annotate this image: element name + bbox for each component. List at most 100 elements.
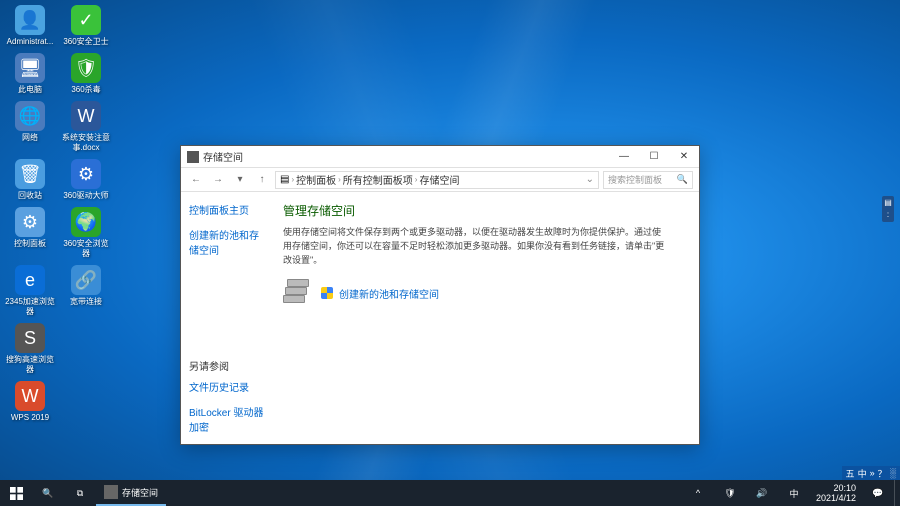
address-toolbar: ← → ▾ ↑ ▤ › 控制面板 › 所有控制面板项 › 存储空间 ⌄ 搜索控制… bbox=[181, 168, 699, 192]
bitlocker-link[interactable]: BitLocker 驱动器加密 bbox=[189, 404, 265, 434]
chevron-right-icon: › bbox=[415, 175, 418, 184]
this-pc-icon: 🖥 bbox=[15, 53, 45, 83]
desktop-icon-network[interactable]: 🌐 网络 bbox=[5, 101, 55, 153]
maximize-button[interactable]: ☐ bbox=[639, 146, 669, 168]
search-input[interactable]: 搜索控制面板 🔍 bbox=[603, 171, 693, 189]
search-placeholder: 搜索控制面板 bbox=[608, 173, 662, 186]
tray-icon[interactable]: 🔊 bbox=[746, 480, 778, 506]
desktop-icon-label: WPS 2019 bbox=[11, 413, 49, 423]
ime-indicator[interactable]: ？ bbox=[878, 467, 887, 480]
desktop-icon-install-doc[interactable]: W系统安装注意事.docx bbox=[61, 101, 111, 153]
taskbar: 🔍 ⧉ 存储空间 ^🛡🔊中 20:10 2021/4/12 💬 bbox=[0, 480, 900, 506]
desktop-icon-label: 360杀毒 bbox=[71, 85, 100, 95]
desktop-icon-360-browser[interactable]: 🌍360安全浏览器 bbox=[61, 207, 111, 259]
see-also-label: 另请参阅 bbox=[189, 358, 265, 373]
start-button[interactable] bbox=[0, 480, 32, 506]
install-doc-icon: W bbox=[71, 101, 101, 131]
wps-2019-icon: W bbox=[15, 381, 45, 411]
broadband-icon: 🔗 bbox=[71, 265, 101, 295]
ime-status-bar[interactable]: 五中»？░ bbox=[842, 466, 900, 480]
uac-shield-icon bbox=[321, 287, 333, 299]
ime-item[interactable]: : bbox=[887, 210, 889, 220]
up-button[interactable]: ↑ bbox=[253, 171, 271, 189]
recycle-bin-icon: 🗑 bbox=[15, 159, 45, 189]
page-heading: 管理存储空间 bbox=[283, 202, 669, 219]
360-antivirus-icon: 🛡 bbox=[71, 53, 101, 83]
system-tray: ^🛡🔊中 20:10 2021/4/12 💬 bbox=[682, 480, 900, 506]
taskbar-app-storage-spaces[interactable]: 存储空间 bbox=[96, 480, 166, 506]
search-icon: 🔍 bbox=[677, 174, 688, 185]
desktop-icon-label: 360驱动大师 bbox=[63, 191, 108, 201]
window-icon bbox=[187, 151, 199, 163]
360-safe-icon: ✓ bbox=[71, 5, 101, 35]
ime-indicator[interactable]: 中 bbox=[858, 467, 867, 480]
breadcrumb-segment[interactable]: 所有控制面板项 bbox=[343, 172, 413, 187]
description-text: 使用存储空间将文件保存到两个或更多驱动器，以便在驱动器发生故障时为你提供保护。通… bbox=[283, 225, 669, 267]
ime-indicator[interactable]: ░ bbox=[890, 468, 896, 478]
clock[interactable]: 20:10 2021/4/12 bbox=[810, 483, 862, 503]
ime-floating-toolbar[interactable]: ▤ : bbox=[882, 196, 894, 222]
app-icon bbox=[104, 485, 118, 499]
desktop-icon-recycle-bin[interactable]: 🗑 回收站 bbox=[5, 159, 55, 201]
create-pool-link[interactable]: 创建新的池和存储空间 bbox=[189, 227, 265, 257]
window-titlebar[interactable]: 存储空间 — ☐ ✕ bbox=[181, 146, 699, 168]
tray-icon[interactable]: ^ bbox=[682, 480, 714, 506]
forward-button[interactable]: → bbox=[209, 171, 227, 189]
desktop-icon-administrator[interactable]: 👤Administrat... bbox=[5, 5, 55, 47]
breadcrumb-icon: ▤ bbox=[280, 174, 289, 185]
desktop-icon-sogou-browser[interactable]: S搜狗高速浏览器 bbox=[5, 323, 55, 375]
history-dropdown[interactable]: ▾ bbox=[231, 171, 249, 189]
main-content: 管理存储空间 使用存储空间将文件保存到两个或更多驱动器，以便在驱动器发生故障时为… bbox=[273, 192, 699, 444]
desktop-icon-label: 网络 bbox=[22, 133, 38, 143]
control-panel-icon: ⚙ bbox=[15, 207, 45, 237]
breadcrumb-segment[interactable]: 存储空间 bbox=[419, 172, 459, 187]
ime-item[interactable]: ▤ bbox=[884, 198, 892, 208]
clock-time: 20:10 bbox=[816, 483, 856, 493]
360-driver-icon: ⚙ bbox=[71, 159, 101, 189]
tray-icon[interactable]: 中 bbox=[778, 480, 810, 506]
desktop-icon-360-antivirus[interactable]: 🛡 360杀毒 bbox=[61, 53, 111, 95]
breadcrumb-segment[interactable]: 控制面板 bbox=[296, 172, 336, 187]
desktop-icon-label: 2345加速浏览器 bbox=[5, 297, 55, 317]
sogou-browser-icon: S bbox=[15, 323, 45, 353]
storage-spaces-window: 存储空间 — ☐ ✕ ← → ▾ ↑ ▤ › 控制面板 › 所有控制面板项 › … bbox=[180, 145, 700, 445]
control-panel-home-link[interactable]: 控制面板主页 bbox=[189, 202, 265, 217]
close-button[interactable]: ✕ bbox=[669, 146, 699, 168]
show-desktop-button[interactable] bbox=[894, 480, 900, 506]
desktop-icon-label: 搜狗高速浏览器 bbox=[5, 355, 55, 375]
create-storage-space-row: 创建新的池和存储空间 bbox=[283, 279, 669, 307]
desktop-icon-360-driver[interactable]: ⚙ 360驱动大师 bbox=[61, 159, 111, 201]
ime-indicator[interactable]: » bbox=[870, 468, 875, 478]
desktop-icon-label: 系统安装注意事.docx bbox=[61, 133, 111, 153]
desktop-icon-control-panel[interactable]: ⚙控制面板 bbox=[5, 207, 55, 259]
create-storage-space-link[interactable]: 创建新的池和存储空间 bbox=[339, 286, 439, 301]
task-view-button[interactable]: ⧉ bbox=[64, 480, 96, 506]
desktop-icon-label: 此电脑 bbox=[18, 85, 42, 95]
desktop-icon-this-pc[interactable]: 🖥 此电脑 bbox=[5, 53, 55, 95]
minimize-button[interactable]: — bbox=[609, 146, 639, 168]
administrator-icon: 👤 bbox=[15, 5, 45, 35]
notifications-button[interactable]: 💬 bbox=[862, 480, 894, 506]
desktop-icon-label: 回收站 bbox=[18, 191, 42, 201]
desktop-icon-label: 360安全浏览器 bbox=[61, 239, 111, 259]
drives-stack-icon bbox=[283, 279, 315, 307]
desktop-icon-wps-2019[interactable]: W WPS 2019 bbox=[5, 381, 55, 423]
chevron-right-icon: › bbox=[338, 175, 341, 184]
desktop-icon-360-safe[interactable]: ✓360安全卫士 bbox=[61, 5, 111, 47]
desktop-icons-area: 👤Administrat...✓360安全卫士🖥此电脑🛡360杀毒🌐网络W系统安… bbox=[5, 5, 111, 423]
window-title: 存储空间 bbox=[203, 149, 609, 164]
chevron-right-icon: › bbox=[291, 175, 294, 184]
desktop-icon-2345-browser[interactable]: e2345加速浏览器 bbox=[5, 265, 55, 317]
file-history-link[interactable]: 文件历史记录 bbox=[189, 379, 265, 394]
tray-icon[interactable]: 🛡 bbox=[714, 480, 746, 506]
desktop-icon-broadband[interactable]: 🔗宽带连接 bbox=[61, 265, 111, 317]
breadcrumb[interactable]: ▤ › 控制面板 › 所有控制面板项 › 存储空间 ⌄ bbox=[275, 171, 599, 189]
breadcrumb-dropdown[interactable]: ⌄ bbox=[586, 174, 594, 185]
360-browser-icon: 🌍 bbox=[71, 207, 101, 237]
back-button[interactable]: ← bbox=[187, 171, 205, 189]
taskbar-app-label: 存储空间 bbox=[122, 486, 158, 499]
network-icon: 🌐 bbox=[15, 101, 45, 131]
left-navigation: 控制面板主页 创建新的池和存储空间 另请参阅 文件历史记录 BitLocker … bbox=[181, 192, 273, 444]
search-button[interactable]: 🔍 bbox=[32, 480, 64, 506]
ime-indicator[interactable]: 五 bbox=[846, 467, 855, 480]
